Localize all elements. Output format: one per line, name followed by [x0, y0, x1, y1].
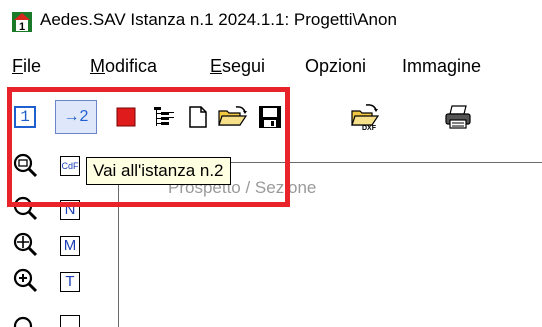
extra-letter-button[interactable]	[60, 315, 80, 327]
menu-modifica[interactable]: Modifica	[90, 56, 157, 77]
menu-esegui-accel: E	[210, 56, 223, 76]
menu-immagine[interactable]: Immagine	[402, 56, 481, 77]
svg-text:1: 1	[19, 21, 25, 32]
app-icon: 1	[12, 12, 32, 32]
menu-bar: File Modifica Esegui Opzioni Immagine	[0, 56, 542, 86]
zoom-pan-icon[interactable]	[12, 231, 38, 257]
menu-immagine-label: Immagine	[402, 56, 482, 76]
menu-file-rest: ile	[23, 56, 42, 76]
highlight-box	[7, 87, 290, 207]
menu-opzioni[interactable]: Opzioni	[305, 56, 366, 77]
zoom-in-icon[interactable]	[12, 267, 38, 293]
zoom-extra-icon[interactable]	[12, 315, 38, 327]
print-icon[interactable]	[444, 105, 472, 129]
window-title: Aedes.SAV Istanza n.1 2024.1.1: Progetti…	[40, 10, 397, 29]
menu-esegui-rest: segui	[222, 56, 266, 76]
menu-modifica-rest: odifica	[105, 56, 158, 76]
menu-opzioni-label: Opzioni	[305, 56, 367, 76]
svg-text:DXF: DXF	[362, 125, 377, 131]
m-button[interactable]: M	[60, 236, 80, 256]
t-button[interactable]: T	[60, 272, 80, 292]
dxf-export-icon[interactable]: DXF	[350, 103, 380, 131]
menu-file-accel: F	[12, 56, 23, 76]
title-bar: 1 Aedes.SAV Istanza n.1 2024.1.1: Proget…	[0, 0, 542, 44]
menu-modifica-accel: M	[90, 56, 105, 76]
menu-esegui[interactable]: Esegui	[210, 56, 265, 77]
menu-file[interactable]: File	[12, 56, 41, 77]
